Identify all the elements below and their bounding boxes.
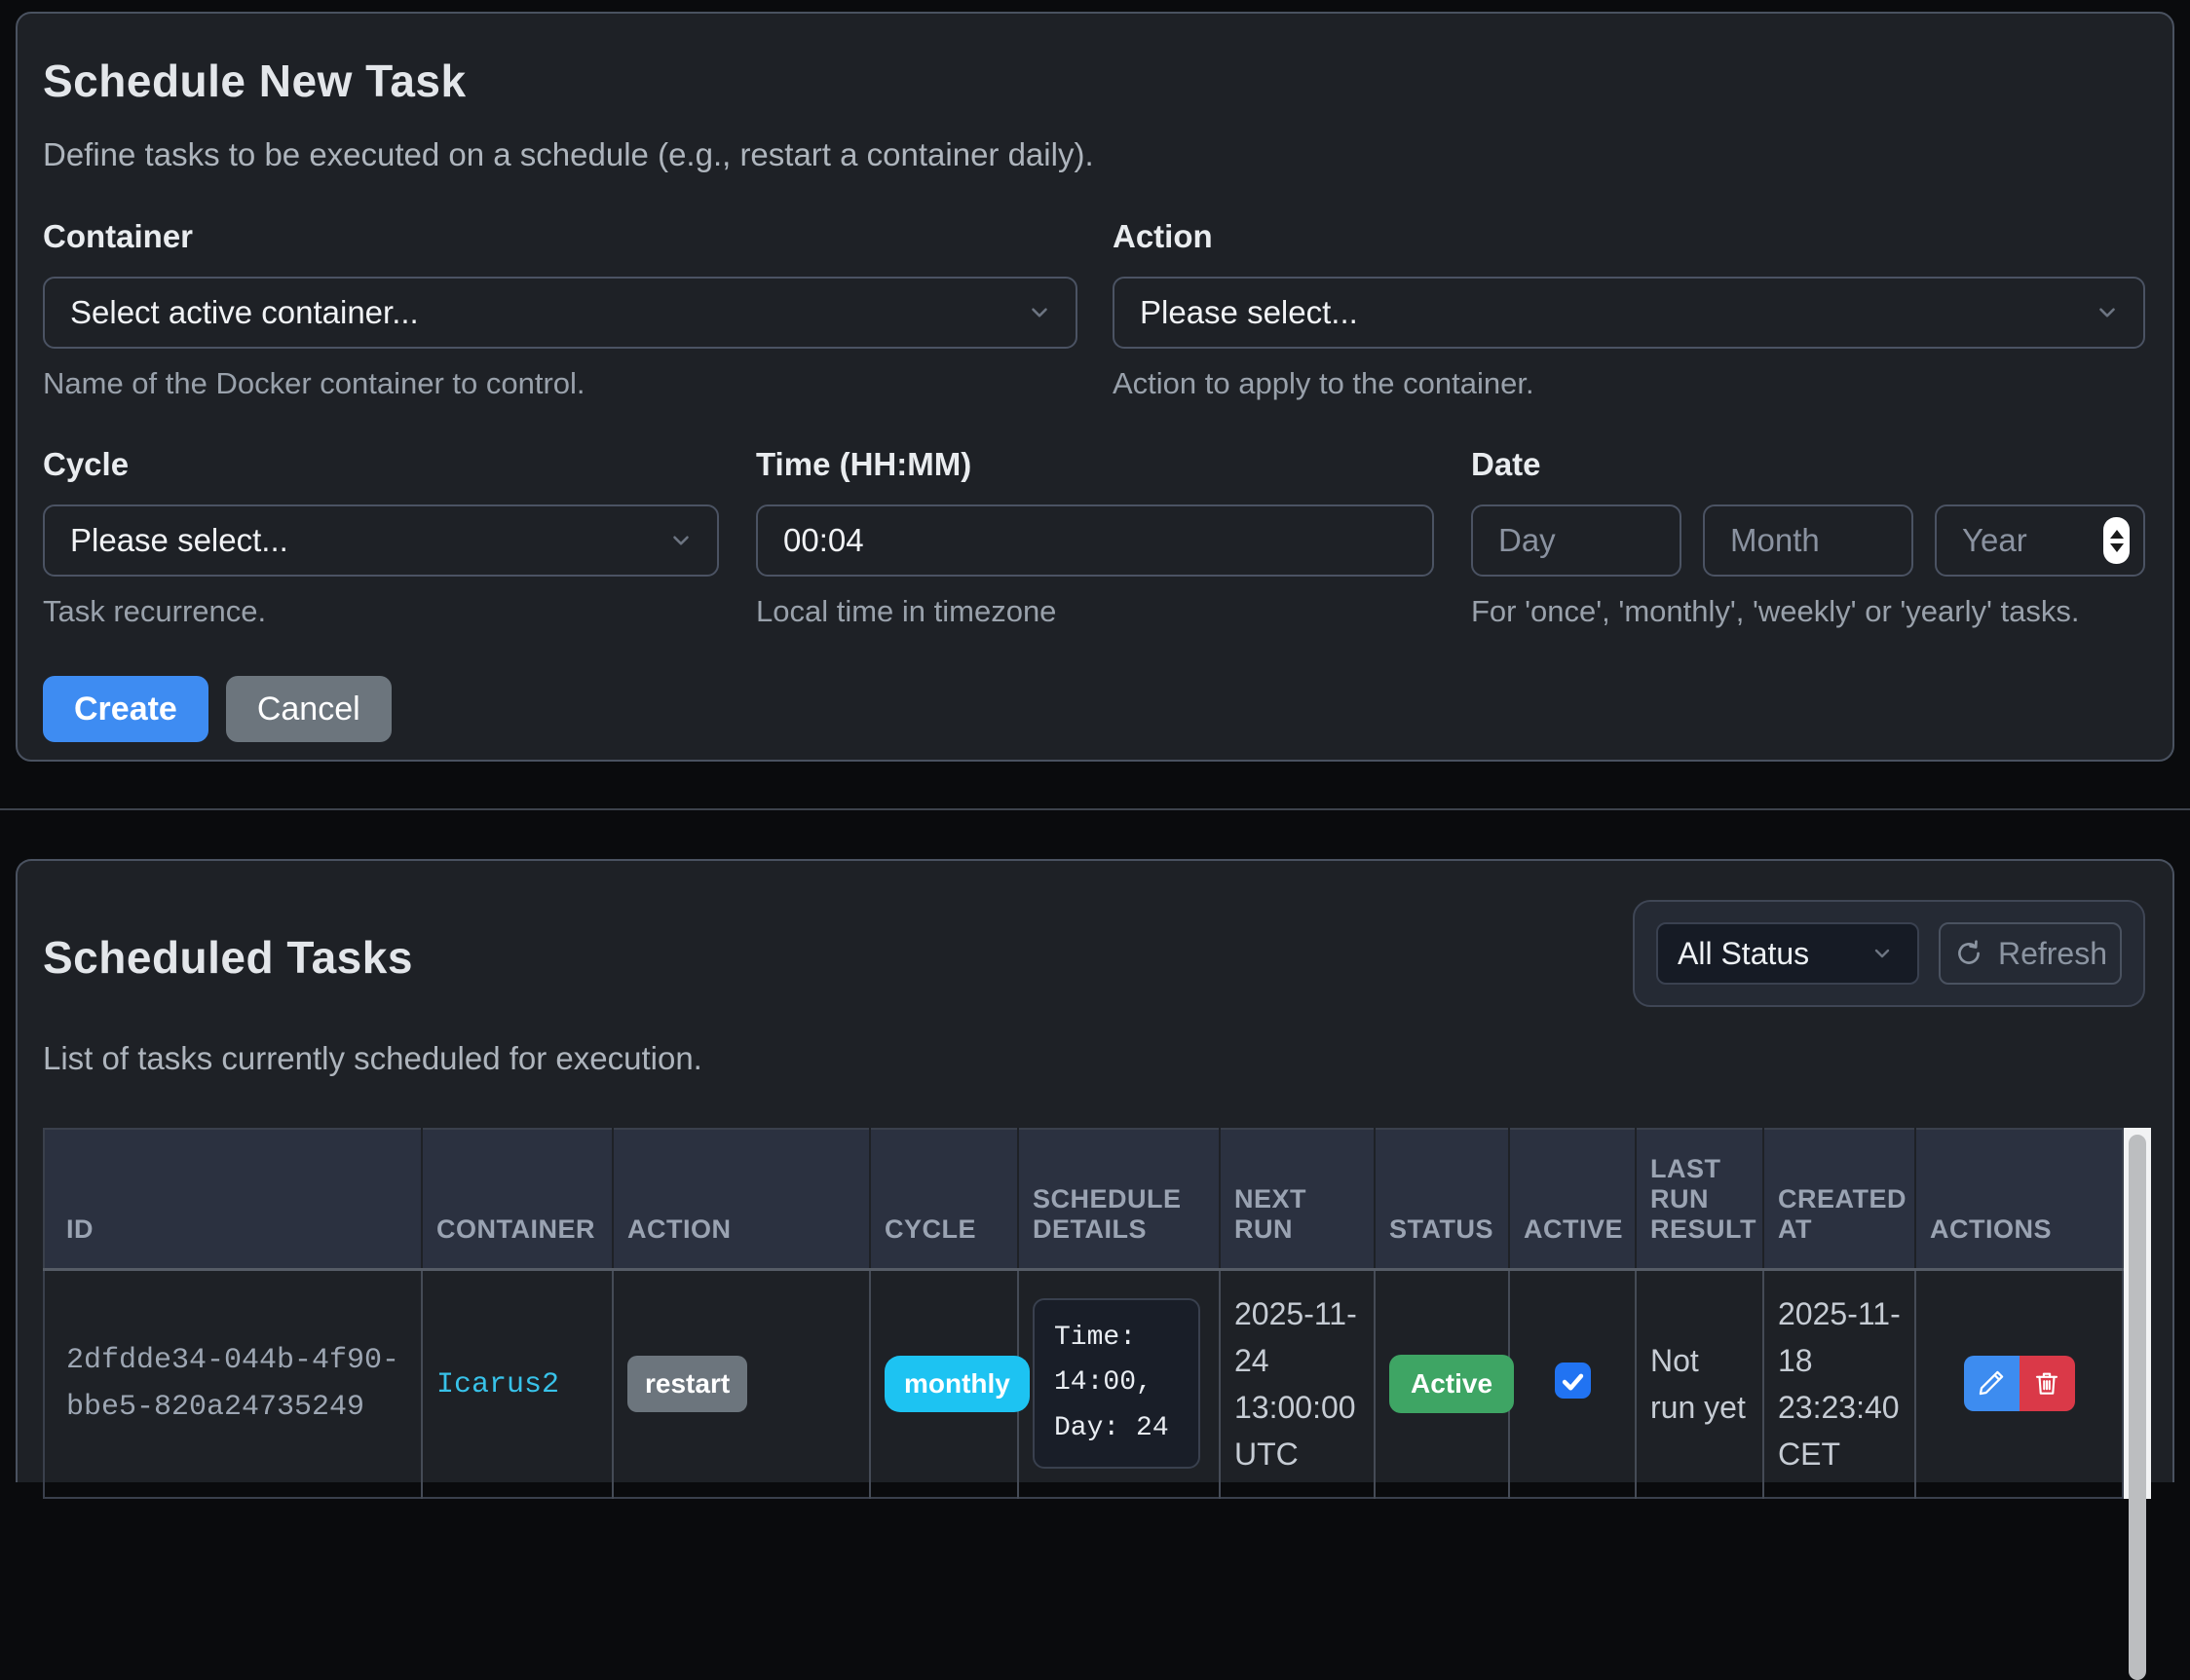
refresh-button[interactable]: Refresh [1939, 922, 2122, 985]
stepper-up-icon [2110, 530, 2124, 539]
date-label: Date [1471, 446, 2145, 483]
month-input[interactable]: Month [1703, 504, 1913, 577]
stepper-down-icon [2110, 543, 2124, 552]
action-select[interactable]: Please select... [1113, 277, 2145, 349]
time-input-value: 00:04 [783, 522, 864, 559]
form-description: Define tasks to be executed on a schedul… [43, 136, 2145, 173]
task-container-cell: Icarus2 [422, 1269, 613, 1498]
task-status-cell: Active [1375, 1269, 1509, 1498]
col-header-status: STATUS [1375, 1129, 1509, 1269]
col-header-active: ACTIVE [1509, 1129, 1636, 1269]
task-cycle-cell: monthly [870, 1269, 1018, 1498]
day-input[interactable]: Day [1471, 504, 1681, 577]
col-header-id: ID [44, 1129, 422, 1269]
time-field-group: Time (HH:MM) 00:04 Local time in timezon… [756, 446, 1434, 629]
task-action-cell: restart [613, 1269, 870, 1498]
col-header-last-run-result: LAST RUN RESULT [1636, 1129, 1763, 1269]
col-header-next-run: NEXT RUN [1220, 1129, 1375, 1269]
cycle-select-value: Please select... [70, 522, 288, 559]
date-help: For 'once', 'monthly', 'weekly' or 'year… [1471, 594, 2145, 629]
time-help: Local time in timezone [756, 594, 1434, 629]
section-divider [0, 808, 2190, 810]
refresh-icon [1953, 938, 1984, 969]
table-scrollbar[interactable] [2124, 1128, 2151, 1499]
schedule-new-task-card: Schedule New Task Define tasks to be exe… [16, 12, 2174, 762]
table-header-row: ID CONTAINER ACTION CYCLE SCHEDULE DETAI… [44, 1129, 2123, 1269]
task-last-run-result: Not run yet [1636, 1269, 1763, 1498]
chevron-down-icon [668, 528, 694, 553]
schedule-details-box: Time: 14:00, Day: 24 [1033, 1298, 1200, 1469]
page-title: Schedule New Task [43, 55, 2145, 107]
col-header-container: CONTAINER [422, 1129, 613, 1269]
chevron-down-icon [1027, 300, 1052, 325]
refresh-label: Refresh [1998, 936, 2107, 972]
status-filter-select[interactable]: All Status [1656, 922, 1919, 985]
tasks-table-wrapper: ID CONTAINER ACTION CYCLE SCHEDULE DETAI… [43, 1128, 2145, 1499]
tasks-description: List of tasks currently scheduled for ex… [43, 1040, 2145, 1077]
scheduled-tasks-card: All Status Refresh Scheduled Tasks List … [16, 859, 2174, 1482]
number-stepper[interactable] [2103, 517, 2130, 564]
action-help: Action to apply to the container. [1113, 366, 2145, 401]
chevron-down-icon [2095, 300, 2120, 325]
cycle-select[interactable]: Please select... [43, 504, 719, 577]
col-header-action: ACTION [613, 1129, 870, 1269]
task-id: 2dfdde34-044b-4f90-bbe5-820a24735249 [44, 1269, 422, 1498]
time-input[interactable]: 00:04 [756, 504, 1434, 577]
status-badge: Active [1389, 1355, 1514, 1413]
container-link[interactable]: Icarus2 [436, 1368, 559, 1401]
day-placeholder: Day [1498, 522, 1556, 559]
table-row: 2dfdde34-044b-4f90-bbe5-820a24735249 Ica… [44, 1269, 2123, 1498]
cycle-help: Task recurrence. [43, 594, 719, 629]
edit-task-button[interactable] [1964, 1356, 2020, 1411]
action-field-group: Action Please select... Action to apply … [1113, 218, 2145, 401]
cycle-badge: monthly [885, 1356, 1030, 1412]
container-label: Container [43, 218, 1077, 255]
task-next-run: 2025-11-24 13:00:00 UTC [1220, 1269, 1375, 1498]
year-placeholder: Year [1962, 522, 2027, 559]
action-badge: restart [627, 1356, 747, 1412]
cancel-button[interactable]: Cancel [226, 676, 392, 742]
delete-task-button[interactable] [2020, 1356, 2075, 1411]
date-field-group: Date Day Month Year For 'once', 'monthly… [1471, 446, 2145, 629]
chevron-down-icon [1870, 942, 1894, 965]
cycle-label: Cycle [43, 446, 719, 483]
table-toolbar: All Status Refresh [1633, 900, 2145, 1007]
status-filter-value: All Status [1678, 936, 1809, 972]
year-input[interactable]: Year [1935, 504, 2145, 577]
task-created-at: 2025-11-18 23:23:40 CET [1763, 1269, 1915, 1498]
container-help: Name of the Docker container to control. [43, 366, 1077, 401]
action-label: Action [1113, 218, 2145, 255]
container-select-value: Select active container... [70, 294, 419, 331]
container-select[interactable]: Select active container... [43, 277, 1077, 349]
col-header-actions: ACTIONS [1915, 1129, 2123, 1269]
tasks-table: ID CONTAINER ACTION CYCLE SCHEDULE DETAI… [43, 1128, 2124, 1499]
col-header-created-at: CREATED AT [1763, 1129, 1915, 1269]
task-active-cell [1509, 1269, 1636, 1498]
time-label: Time (HH:MM) [756, 446, 1434, 483]
col-header-schedule-details: SCHEDULE DETAILS [1018, 1129, 1220, 1269]
create-button[interactable]: Create [43, 676, 208, 742]
col-header-cycle: CYCLE [870, 1129, 1018, 1269]
scrollbar-thumb[interactable] [2129, 1135, 2146, 1680]
task-actions-cell [1915, 1269, 2123, 1498]
active-checkbox[interactable] [1555, 1363, 1591, 1399]
task-schedule-details-cell: Time: 14:00, Day: 24 [1018, 1269, 1220, 1498]
month-placeholder: Month [1730, 522, 1820, 559]
container-field-group: Container Select active container... Nam… [43, 218, 1077, 401]
action-select-value: Please select... [1140, 294, 1358, 331]
cycle-field-group: Cycle Please select... Task recurrence. [43, 446, 719, 629]
